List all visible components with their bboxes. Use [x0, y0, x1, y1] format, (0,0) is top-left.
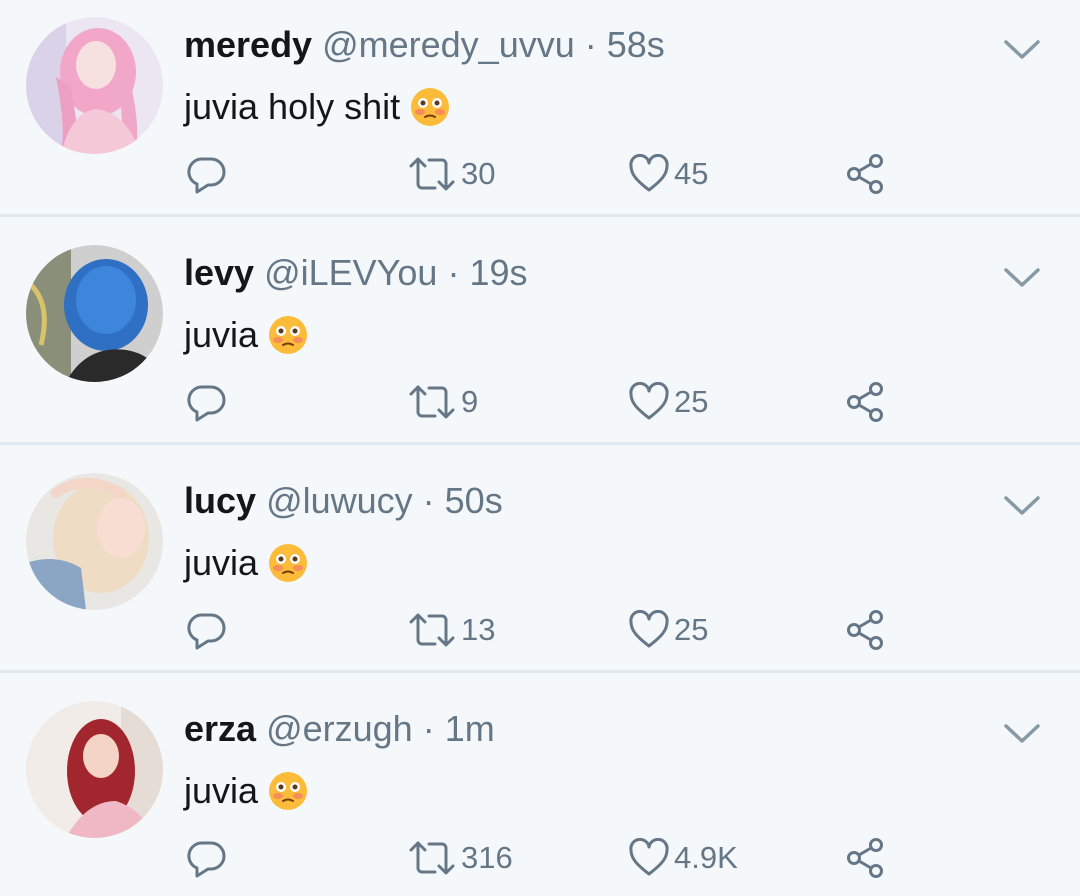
user-handle[interactable]: @iLEVYou [264, 252, 437, 293]
chevron-down-icon[interactable] [1003, 266, 1041, 290]
tweet-header: meredy @meredy_uvvu · 58s [184, 20, 665, 70]
like-button[interactable]: 45 [628, 152, 708, 196]
tweet-header: levy @iLEVYou · 19s [184, 248, 528, 298]
like-count: 4.9K [674, 840, 738, 875]
timestamp[interactable]: · 19s [447, 252, 527, 293]
like-count: 45 [674, 156, 709, 191]
share-button[interactable] [845, 152, 887, 196]
share-button[interactable] [845, 380, 887, 424]
heart-icon [629, 838, 669, 876]
retweet-count: 316 [461, 840, 513, 875]
reply-button[interactable] [186, 380, 228, 424]
retweet-button[interactable]: 316 [407, 836, 513, 880]
chevron-down-icon[interactable] [1003, 722, 1041, 746]
reply-button[interactable] [186, 836, 228, 880]
tweet[interactable]: meredy @meredy_uvvu · 58s juvia holy shi… [0, 0, 1080, 216]
tweet-text: juvia [184, 766, 308, 816]
retweet-count: 30 [461, 156, 496, 191]
retweet-button[interactable]: 9 [407, 380, 478, 424]
flushed-face-emoji-icon [269, 316, 308, 354]
tweet-text: juvia [184, 310, 308, 360]
display-name[interactable]: levy [184, 252, 254, 293]
tweet-text-content: juvia [184, 770, 259, 811]
heart-icon [629, 610, 669, 648]
tweet-header: erza @erzugh · 1m [184, 704, 495, 754]
retweet-count: 13 [461, 612, 496, 647]
chevron-down-icon[interactable] [1003, 38, 1041, 62]
reply-button[interactable] [186, 152, 228, 196]
flushed-face-emoji-icon [411, 88, 450, 126]
tweet-text-content: juvia [184, 314, 259, 355]
avatar[interactable] [26, 701, 163, 838]
reply-icon [187, 385, 226, 422]
retweet-count: 9 [461, 384, 479, 419]
like-button[interactable]: 25 [628, 608, 708, 652]
tweet-text: juvia [184, 538, 308, 588]
share-button[interactable] [845, 608, 887, 652]
chevron-down-icon[interactable] [1003, 494, 1041, 518]
display-name[interactable]: meredy [184, 24, 312, 65]
timestamp[interactable]: · 50s [423, 480, 503, 521]
like-button[interactable]: 25 [628, 380, 708, 424]
user-handle[interactable]: @erzugh [266, 708, 413, 749]
reply-icon [187, 157, 226, 194]
avatar[interactable] [26, 473, 163, 610]
avatar[interactable] [26, 17, 163, 154]
display-name[interactable]: erza [184, 708, 256, 749]
like-count: 25 [674, 384, 709, 419]
heart-icon [629, 154, 669, 192]
timestamp[interactable]: · 58s [585, 24, 665, 65]
flushed-face-emoji-icon [269, 544, 308, 582]
user-handle[interactable]: @meredy_uvvu [322, 24, 575, 65]
share-icon [847, 610, 883, 650]
retweet-icon [409, 613, 455, 647]
share-button[interactable] [845, 836, 887, 880]
tweet-header: lucy @luwucy · 50s [184, 476, 503, 526]
tweet-text: juvia holy shit [184, 82, 450, 132]
tweet-text-content: juvia [184, 542, 259, 583]
reply-icon [187, 841, 226, 878]
retweet-icon [409, 157, 455, 191]
like-count: 25 [674, 612, 709, 647]
retweet-button[interactable]: 13 [407, 608, 495, 652]
like-button[interactable]: 4.9K [628, 836, 738, 880]
tweet[interactable]: levy @iLEVYou · 19s juvia 9 25 [0, 217, 1080, 444]
heart-icon [629, 382, 669, 420]
reply-button[interactable] [186, 608, 228, 652]
retweet-button[interactable]: 30 [407, 152, 495, 196]
retweet-icon [409, 385, 455, 419]
share-icon [847, 838, 883, 878]
user-handle[interactable]: @luwucy [266, 480, 413, 521]
flushed-face-emoji-icon [269, 772, 308, 810]
avatar[interactable] [26, 245, 163, 382]
timestamp[interactable]: · 1m [423, 708, 495, 749]
tweet-text-content: juvia holy shit [184, 86, 401, 127]
share-icon [847, 382, 883, 422]
tweet[interactable]: erza @erzugh · 1m juvia 316 4.9K [0, 673, 1080, 896]
display-name[interactable]: lucy [184, 480, 256, 521]
tweet[interactable]: lucy @luwucy · 50s juvia 13 25 [0, 445, 1080, 672]
reply-icon [187, 613, 226, 650]
share-icon [847, 154, 883, 194]
retweet-icon [409, 841, 455, 875]
